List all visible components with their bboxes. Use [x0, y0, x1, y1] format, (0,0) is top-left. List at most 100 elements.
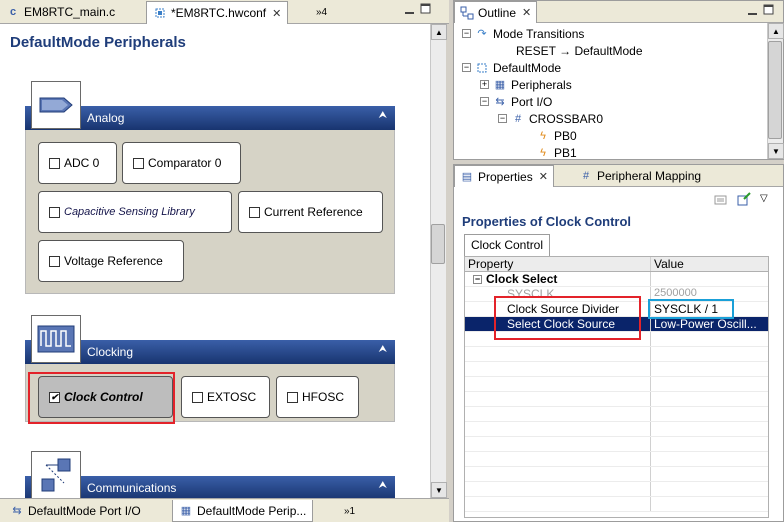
- checkbox-icon[interactable]: [49, 206, 60, 218]
- collapse-icon[interactable]: ⮝: [379, 110, 388, 121]
- tab-peripheral-mapping[interactable]: # Peripheral Mapping: [574, 165, 706, 187]
- tab-label: EM8RTC_main.c: [24, 5, 116, 19]
- current-reference-label: Current Reference: [264, 205, 363, 219]
- maximize-icon[interactable]: [763, 4, 775, 19]
- communications-icon: [31, 451, 81, 498]
- checkbox-icon[interactable]: [49, 157, 60, 169]
- scroll-up-icon[interactable]: ▲: [431, 24, 447, 40]
- hfosc-button[interactable]: HFOSC: [276, 376, 359, 418]
- editor-tab-strip: c EM8RTC_main.c *EM8RTC.hwconf ✕ »4: [0, 0, 449, 24]
- tab-defaultmode-peripherals[interactable]: ▦ DefaultMode Perip...: [172, 500, 314, 522]
- tree-item-pb0[interactable]: ϟ PB0: [536, 127, 577, 144]
- editor-vertical-scrollbar[interactable]: ▲ ▼: [430, 24, 447, 498]
- checkbox-icon[interactable]: [133, 157, 144, 169]
- minimize-icon[interactable]: [747, 6, 759, 20]
- table-row-clock-select[interactable]: − Clock Select: [465, 272, 768, 287]
- comparator0-button[interactable]: Comparator 0: [122, 142, 241, 184]
- tree-item-port-io[interactable]: − ⇆ Port I/O: [480, 93, 552, 110]
- mode-icon: [475, 61, 489, 75]
- highlight-box-divider-value: [648, 299, 734, 319]
- tree-item-label: Peripherals: [511, 77, 572, 92]
- collapse-icon[interactable]: ⮝: [379, 344, 388, 355]
- view-menu-icon[interactable]: ▽: [760, 193, 768, 204]
- grid-icon: #: [582, 170, 590, 182]
- outline-icon: [460, 6, 474, 20]
- minimize-icon[interactable]: [404, 5, 416, 15]
- clocking-section-label: Clocking: [87, 345, 134, 359]
- checkbox-icon[interactable]: [287, 391, 298, 403]
- tree-item-pb1[interactable]: ϟ PB1: [536, 144, 577, 161]
- tab-properties[interactable]: ▤ Properties ✕: [454, 165, 554, 187]
- scrollbar-thumb[interactable]: [768, 41, 782, 139]
- tab-label: Outline: [478, 5, 517, 20]
- tree-item-label: Mode Transitions: [493, 26, 585, 41]
- current-reference-button[interactable]: Current Reference: [238, 191, 383, 233]
- tab-label: Clock Control: [471, 238, 544, 252]
- tree-item-peripherals[interactable]: + ▦ Peripherals: [480, 76, 572, 93]
- pin-view-icon[interactable]: [737, 192, 751, 209]
- peripherals-icon: ▦: [180, 504, 192, 517]
- collapse-toggle-icon[interactable]: −: [480, 97, 489, 106]
- peripherals-icon: ▦: [494, 78, 506, 91]
- property-value: [651, 272, 768, 286]
- pin-icon: ϟ: [540, 146, 546, 159]
- analog-icon: [31, 81, 81, 129]
- tree-item-label: PB1: [554, 145, 577, 160]
- table-row-empty: [465, 422, 768, 437]
- collapse-toggle-icon[interactable]: −: [462, 29, 471, 38]
- properties-title: Properties of Clock Control: [462, 214, 632, 229]
- close-icon[interactable]: ✕: [539, 170, 548, 183]
- collapse-toggle-icon[interactable]: −: [462, 63, 471, 72]
- scroll-down-icon[interactable]: ▼: [431, 482, 447, 498]
- extosc-button[interactable]: EXTOSC: [181, 376, 270, 418]
- properties-panel: ▤ Properties ✕ # Peripheral Mapping ▽ Pr…: [453, 164, 784, 522]
- collapse-icon[interactable]: ⮝: [379, 480, 388, 491]
- tree-item-defaultmode[interactable]: − DefaultMode: [462, 59, 561, 76]
- adc0-label: ADC 0: [64, 156, 100, 170]
- tab-label: DefaultMode Port I/O: [28, 504, 141, 518]
- tab-overflow[interactable]: »4: [310, 1, 334, 23]
- close-icon[interactable]: ✕: [522, 6, 531, 19]
- scroll-up-icon[interactable]: ▲: [768, 23, 784, 39]
- tab-em8rtc-hwconf[interactable]: *EM8RTC.hwconf ✕: [146, 1, 289, 24]
- bottom-tab-strip: ⇆ DefaultMode Port I/O ▦ DefaultMode Per…: [0, 498, 449, 522]
- property-value[interactable]: Low-Power Oscill...: [651, 317, 768, 331]
- tree-item-reset-transition[interactable]: RESET → DefaultMode: [516, 42, 643, 59]
- adc0-button[interactable]: ADC 0: [38, 142, 117, 184]
- outline-vertical-scrollbar[interactable]: ▲ ▼: [767, 23, 784, 159]
- voltage-reference-button[interactable]: Voltage Reference: [38, 240, 184, 282]
- port-io-icon: ⇆: [12, 505, 22, 517]
- tree-item-mode-transitions[interactable]: − ↷ Mode Transitions: [462, 25, 584, 42]
- collapse-toggle-icon[interactable]: −: [498, 114, 507, 123]
- capacitive-sensing-button[interactable]: Capacitive Sensing Library: [38, 191, 232, 233]
- c-file-icon: c: [9, 6, 17, 18]
- tab-label: DefaultMode Perip...: [197, 503, 307, 518]
- highlight-box-clock-properties: [494, 296, 641, 340]
- checkbox-icon[interactable]: [49, 255, 60, 267]
- tab-em8rtc-main-c[interactable]: c EM8RTC_main.c: [0, 1, 122, 23]
- property-name: Clock Select: [486, 272, 558, 286]
- scroll-down-icon[interactable]: ▼: [768, 143, 784, 159]
- tree-item-crossbar0[interactable]: − # CROSSBAR0: [498, 110, 603, 127]
- table-row-empty: [465, 497, 768, 512]
- column-header-property[interactable]: Property: [465, 257, 651, 271]
- maximize-icon[interactable]: [420, 3, 432, 15]
- tab-clock-control[interactable]: Clock Control: [464, 234, 551, 256]
- port-io-icon: ⇆: [495, 95, 505, 108]
- restore-defaults-icon[interactable]: [714, 194, 728, 209]
- tab-overflow[interactable]: »1: [338, 500, 361, 522]
- scrollbar-thumb[interactable]: [431, 224, 445, 264]
- tab-defaultmode-port-io[interactable]: ⇆ DefaultMode Port I/O: [4, 500, 147, 522]
- close-icon[interactable]: ✕: [272, 7, 281, 20]
- collapse-toggle-icon[interactable]: −: [473, 274, 482, 284]
- checkbox-icon[interactable]: [192, 391, 203, 403]
- tree-item-label: RESET → DefaultMode: [516, 43, 643, 58]
- expand-toggle-icon[interactable]: +: [480, 80, 489, 89]
- tab-overflow-label: »4: [316, 6, 328, 18]
- table-row-empty: [465, 362, 768, 377]
- checkbox-icon[interactable]: [249, 206, 260, 218]
- column-header-value[interactable]: Value: [651, 257, 768, 271]
- extosc-label: EXTOSC: [207, 390, 257, 404]
- properties-icon: ▤: [461, 170, 473, 183]
- tab-outline[interactable]: Outline ✕: [454, 1, 538, 23]
